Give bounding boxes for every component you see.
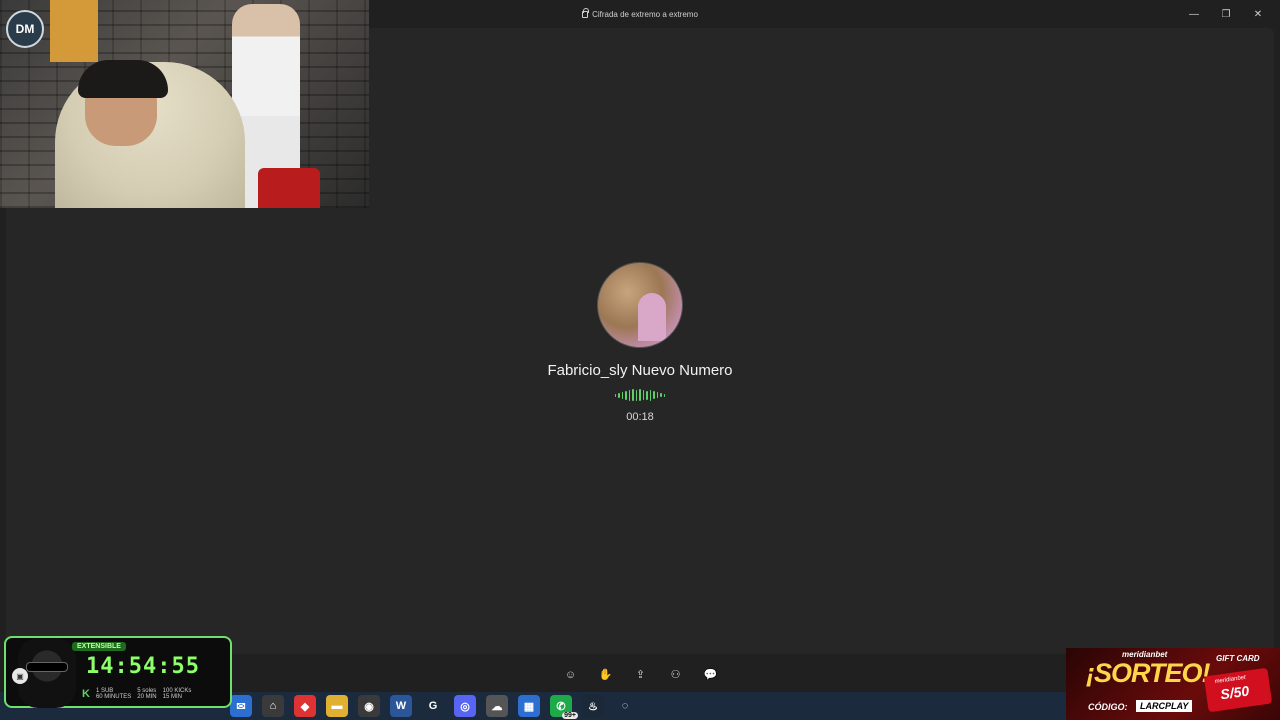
wave-bar bbox=[632, 389, 634, 401]
wave-bar bbox=[660, 393, 662, 397]
wave-bar bbox=[625, 390, 627, 400]
camera-icon: ▣ bbox=[12, 668, 28, 684]
steam-icon[interactable]: ♨ bbox=[582, 695, 604, 717]
gift-card-label: GIFT CARD bbox=[1216, 654, 1260, 663]
wave-bar bbox=[618, 392, 620, 398]
window-controls: — ❐ ✕ bbox=[1178, 4, 1274, 24]
timer-rules: K 1 SUB 60 MINUTES 5 soles 20 MIN 100 KICK… bbox=[82, 688, 191, 700]
discord-icon[interactable]: ◎ bbox=[454, 695, 476, 717]
headphones bbox=[78, 60, 168, 98]
wave-bar bbox=[649, 389, 652, 401]
rule-item: 100 KICKs 15 MIN bbox=[162, 688, 192, 700]
share-screen-icon[interactable]: ⇪ bbox=[630, 664, 651, 685]
anydesk-icon[interactable]: ◆ bbox=[294, 695, 316, 717]
promo-headline: ¡SORTEO! bbox=[1086, 658, 1211, 688]
kick-icon: K bbox=[82, 688, 90, 700]
contact-name: Fabricio_sly Nuevo Numero bbox=[547, 362, 733, 379]
call-controls-bar: ☺ ✋ ⇪ ⚇ 💬 bbox=[560, 664, 721, 685]
encryption-text: Cifrada de extremo a extremo bbox=[592, 9, 698, 19]
gift-card: meridianbet S/50 bbox=[1203, 667, 1273, 713]
mascot-glasses bbox=[26, 662, 68, 672]
wave-bar bbox=[656, 392, 659, 398]
wave-bar bbox=[646, 390, 648, 400]
wave-bar bbox=[653, 391, 655, 399]
poster bbox=[50, 0, 98, 62]
raise-hand-icon[interactable]: ✋ bbox=[595, 664, 616, 685]
wave-bar bbox=[628, 389, 631, 401]
game-icon[interactable]: ⌂ bbox=[262, 695, 284, 717]
wave-bar bbox=[642, 390, 645, 400]
rule-item: 5 soles 20 MIN bbox=[137, 688, 157, 700]
chat-icon[interactable]: 💬 bbox=[700, 664, 721, 685]
rule-item: 1 SUB 60 MINUTES bbox=[95, 688, 132, 700]
lock-icon bbox=[582, 7, 590, 18]
call-duration: 00:18 bbox=[626, 411, 654, 423]
epic-icon[interactable]: ◌ bbox=[614, 695, 636, 717]
word-icon[interactable]: W bbox=[390, 695, 412, 717]
encryption-notice: Cifrada de extremo a extremo bbox=[582, 7, 698, 19]
wave-bar bbox=[614, 393, 617, 397]
logitech-icon[interactable]: G bbox=[422, 695, 444, 717]
extensible-badge: EXTENSIBLE bbox=[72, 642, 126, 651]
mail-icon[interactable]: ✉ bbox=[230, 695, 252, 717]
taskbar-apps: ✉ ⌂ ◆ ▬ ◉ W G ◎ ☁ ▦ ✆ 99+ ♨ ◌ bbox=[230, 692, 636, 720]
add-participant-icon[interactable]: ⚇ bbox=[665, 664, 686, 685]
wave-bar bbox=[663, 393, 666, 397]
promo-code-label: CÓDIGO: bbox=[1088, 702, 1128, 712]
wave-bar bbox=[639, 389, 641, 401]
wave-bar bbox=[621, 391, 624, 399]
app-icon[interactable]: ☁ bbox=[486, 695, 508, 717]
calculator-icon[interactable]: ▦ bbox=[518, 695, 540, 717]
streamer-logo: DM bbox=[6, 10, 44, 48]
close-button[interactable]: ✕ bbox=[1242, 4, 1274, 24]
promo-code-value: LARCPLAY bbox=[1136, 700, 1193, 712]
whatsapp-icon[interactable]: ✆ 99+ bbox=[550, 695, 578, 719]
restore-button[interactable]: ❐ bbox=[1210, 4, 1242, 24]
audio-wave-indicator bbox=[614, 389, 666, 401]
notification-badge: 99+ bbox=[562, 712, 578, 719]
contact-avatar bbox=[597, 262, 683, 348]
file-explorer-icon[interactable]: ▬ bbox=[326, 695, 348, 717]
obs-icon[interactable]: ◉ bbox=[358, 695, 380, 717]
caller-info: Fabricio_sly Nuevo Numero 00:18 bbox=[6, 262, 1274, 423]
minimize-button[interactable]: — bbox=[1178, 4, 1210, 24]
gift-card-value: S/50 bbox=[1219, 682, 1251, 703]
red-basket bbox=[258, 168, 320, 208]
subathon-timer: 14:54:55 bbox=[86, 654, 200, 679]
wave-bar bbox=[635, 389, 638, 401]
subathon-timer-overlay: ▣ EXTENSIBLE 14:54:55 K 1 SUB 60 MINUTES … bbox=[4, 636, 232, 708]
emoji-reaction-icon[interactable]: ☺ bbox=[560, 664, 581, 685]
streamer-webcam: DM bbox=[0, 0, 369, 208]
sponsor-banner: meridianbet ¡SORTEO! CÓDIGO: LARCPLAY GI… bbox=[1066, 648, 1280, 720]
